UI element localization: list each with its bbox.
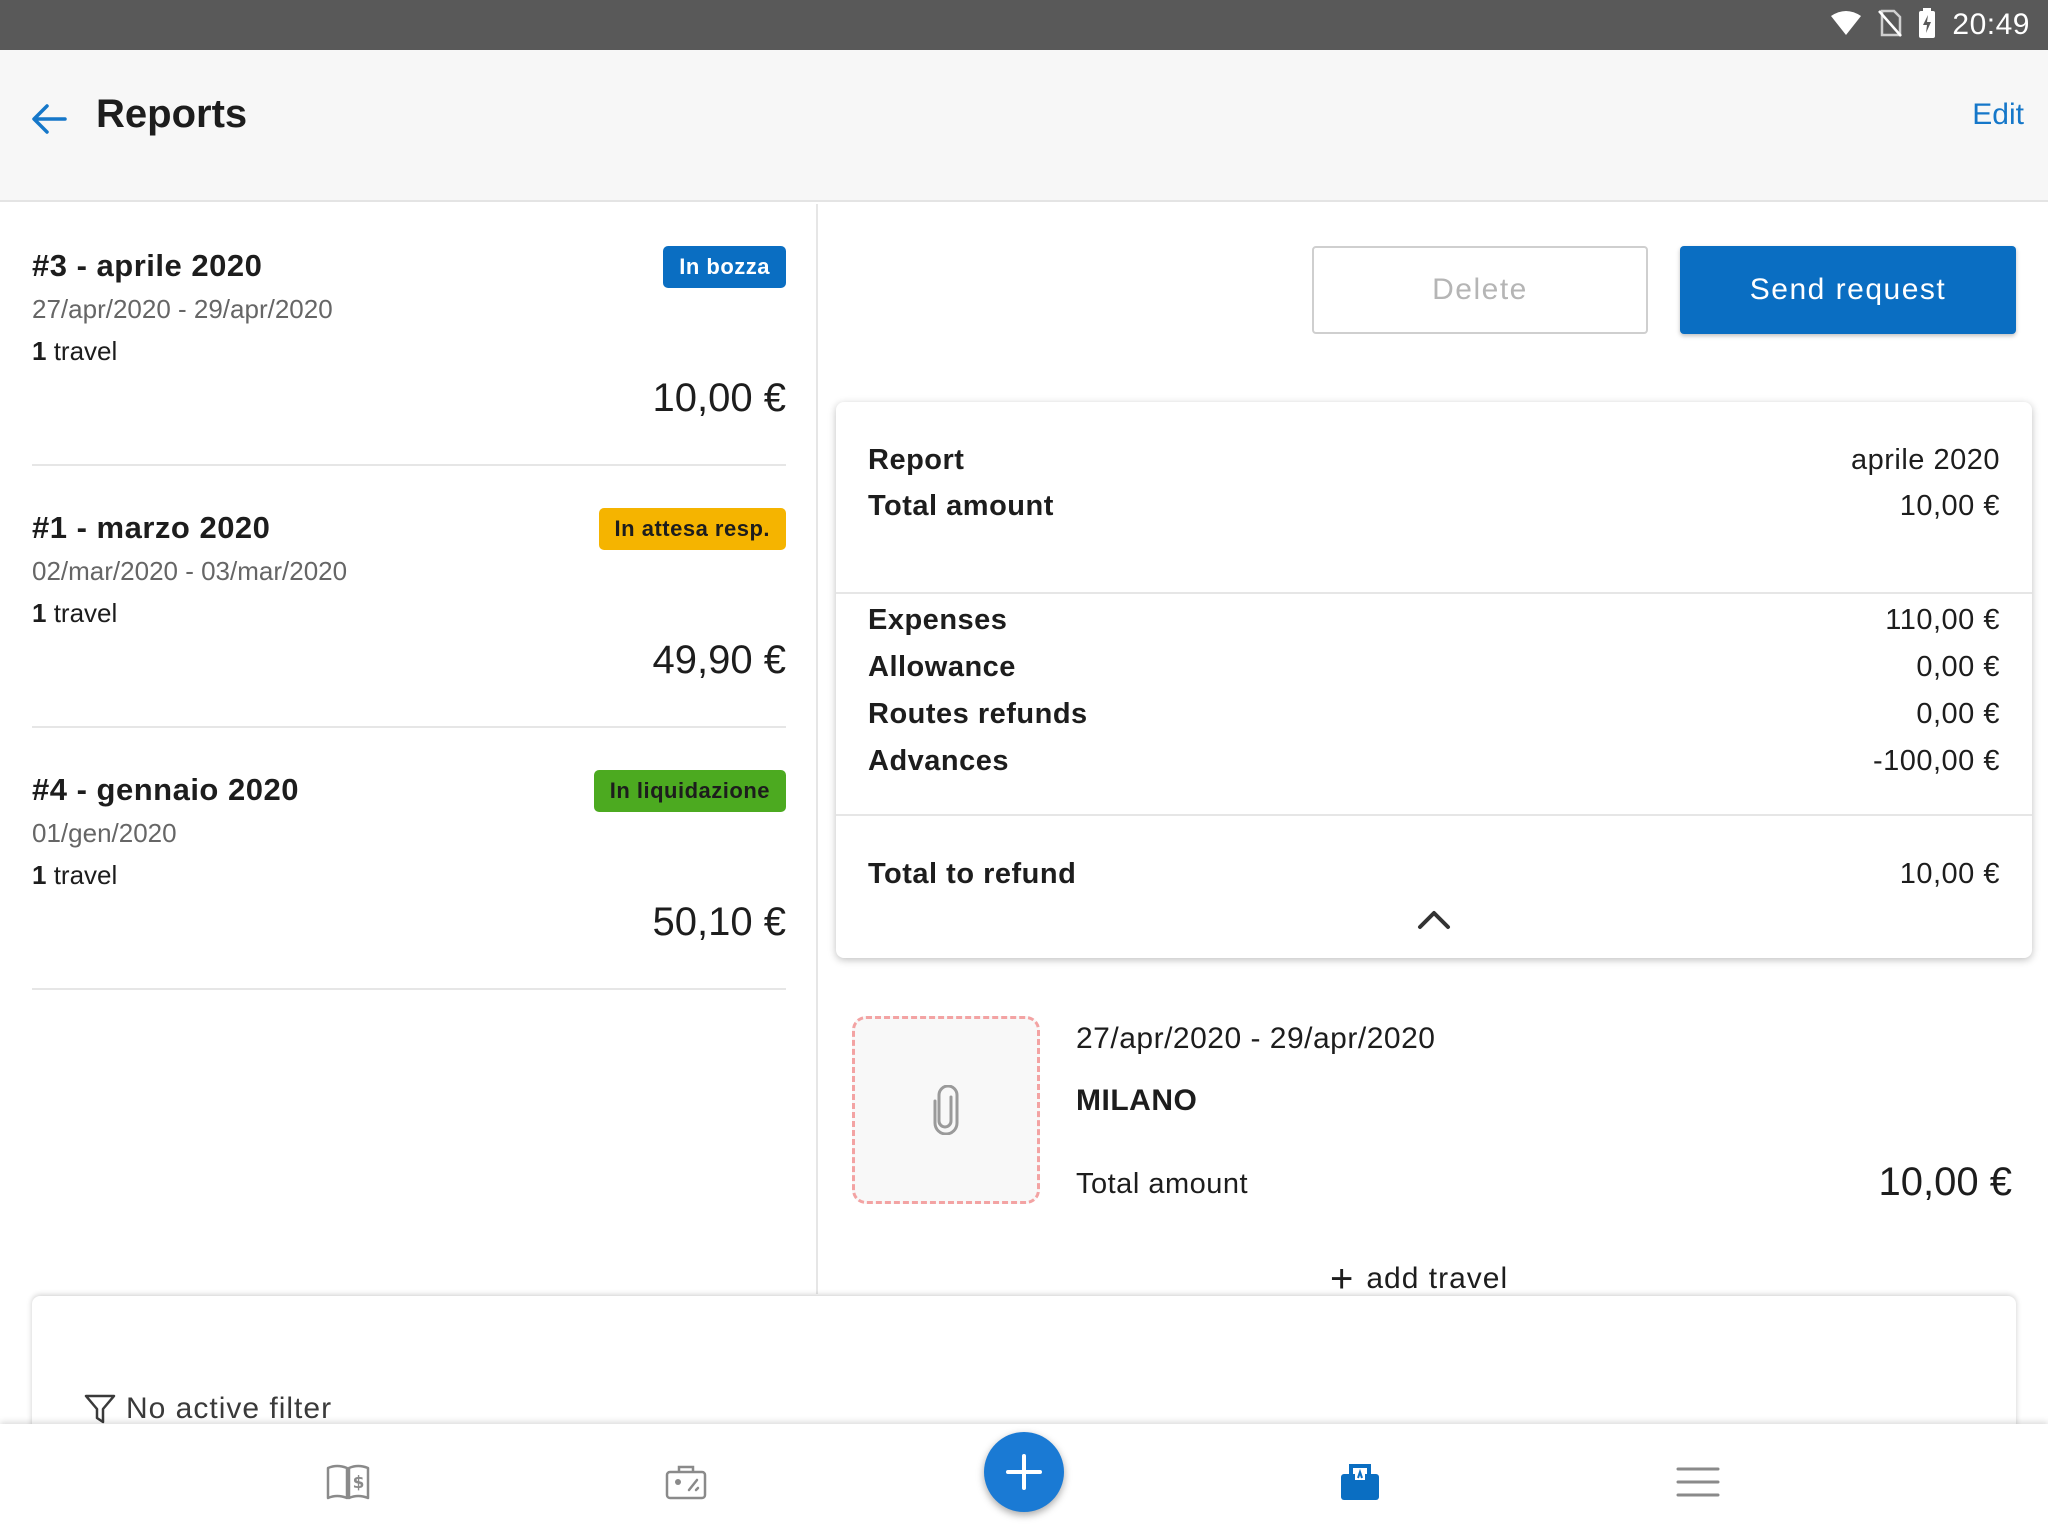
summary-row-allowance: Allowance 0,00 € — [868, 650, 2000, 683]
report-amount: 10,00 € — [652, 376, 786, 420]
collapse-button[interactable] — [1414, 904, 1454, 934]
divider — [836, 814, 2032, 816]
report-amount: 49,90 € — [652, 638, 786, 682]
nav-item-reports[interactable] — [1330, 1456, 1390, 1508]
no-sim-icon — [1878, 9, 1903, 42]
report-travel-count: 1 travel — [32, 336, 118, 366]
summary-row-advances: Advances -100,00 € — [868, 744, 2000, 777]
arrow-back-icon — [32, 104, 67, 134]
svg-text:$: $ — [353, 1473, 365, 1493]
travel-total-value: 10,00 € — [1878, 1160, 2012, 1204]
report-dates: 01/gen/2020 — [32, 818, 177, 848]
report-title: #3 - aprile 2020 — [32, 248, 263, 283]
travel-total-label: Total amount — [1076, 1168, 1249, 1200]
reports-list: #3 - aprile 2020 In bozza 27/apr/2020 - … — [0, 204, 818, 1294]
summary-row-refund: Total to refund 10,00 € — [868, 857, 2000, 890]
add-travel-label: add travel — [1366, 1262, 1509, 1295]
battery-icon — [1918, 7, 1936, 43]
report-title: #1 - marzo 2020 — [32, 510, 271, 545]
report-title: #4 - gennaio 2020 — [32, 772, 299, 807]
briefcase-icon — [665, 1465, 707, 1500]
plus-icon — [1006, 1454, 1042, 1490]
nav-item-expenses[interactable]: $ — [318, 1456, 378, 1508]
attachment-placeholder[interactable] — [852, 1016, 1040, 1204]
travel-item[interactable]: 27/apr/2020 - 29/apr/2020 MILANO Total a… — [836, 1000, 2032, 1230]
status-badge: In attesa resp. — [598, 508, 786, 550]
wifi-icon — [1830, 10, 1862, 41]
summary-row-total: Total amount 10,00 € — [868, 489, 2000, 522]
report-summary-card: Report aprile 2020 Total amount 10,00 € Ex… — [836, 402, 2032, 958]
page-title: Reports — [96, 92, 248, 136]
travel-city: MILANO — [1076, 1084, 1198, 1117]
status-badge: In liquidazione — [593, 770, 786, 812]
app-screen: 20:49 Reports Edit #3 - aprile 2020 In b… — [0, 0, 2048, 1536]
nav-item-menu[interactable] — [1668, 1456, 1728, 1508]
back-button[interactable] — [24, 94, 74, 144]
add-button[interactable] — [984, 1432, 1064, 1512]
summary-row-routes: Routes refunds 0,00 € — [868, 697, 2000, 730]
travel-dates: 27/apr/2020 - 29/apr/2020 — [1076, 1022, 1436, 1055]
chevron-up-icon — [1418, 911, 1450, 929]
menu-icon — [1676, 1467, 1720, 1497]
paperclip-icon — [933, 1085, 959, 1135]
plus-icon: + — [1330, 1257, 1355, 1301]
divider — [836, 592, 2032, 594]
edit-button[interactable]: Edit — [1972, 98, 2024, 132]
report-item[interactable]: #1 - marzo 2020 In attesa resp. 02/mar/2… — [32, 466, 786, 728]
status-time: 20:49 — [1952, 8, 2030, 41]
report-amount: 50,10 € — [652, 900, 786, 944]
report-item[interactable]: #3 - aprile 2020 In bozza 27/apr/2020 - … — [32, 204, 786, 466]
add-travel-button[interactable]: + add travel — [1330, 1257, 1509, 1301]
status-badge: In bozza — [663, 246, 786, 288]
status-icons: 20:49 — [1830, 0, 2030, 50]
report-travel-count: 1 travel — [32, 598, 118, 628]
nav-item-travels[interactable] — [656, 1456, 716, 1508]
summary-row-expenses: Expenses 110,00 € — [868, 603, 2000, 636]
summary-row-report: Report aprile 2020 — [868, 443, 2000, 476]
filter-icon — [84, 1394, 116, 1424]
delete-button[interactable]: Delete — [1312, 246, 1648, 334]
report-travel-count: 1 travel — [32, 860, 118, 890]
report-dates: 02/mar/2020 - 03/mar/2020 — [32, 556, 348, 586]
reports-icon — [1341, 1464, 1379, 1500]
status-bar: 20:49 — [0, 0, 2048, 50]
filter-toggle[interactable]: No active filter — [84, 1392, 332, 1426]
report-dates: 27/apr/2020 - 29/apr/2020 — [32, 294, 333, 324]
filter-label: No active filter — [126, 1392, 333, 1425]
app-bar: Reports Edit — [0, 50, 2048, 202]
book-money-icon: $ — [326, 1464, 370, 1500]
report-item[interactable]: #4 - gennaio 2020 In liquidazione 01/gen… — [32, 728, 786, 990]
send-request-button[interactable]: Send request — [1680, 246, 2016, 334]
